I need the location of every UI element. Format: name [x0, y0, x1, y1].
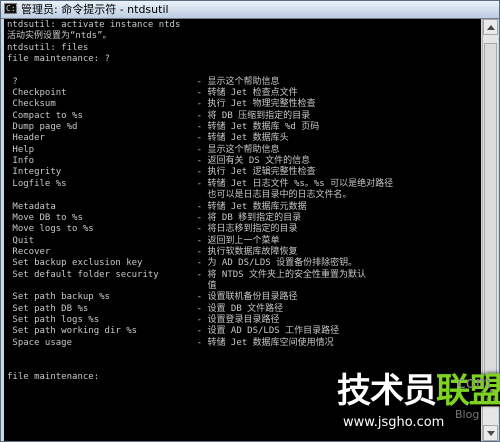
console-line: file maintenance:	[7, 371, 100, 382]
console-line: Dump page %d - 转储 Jet 数据库 %d 页码	[7, 122, 320, 133]
console-line: Help - 显示这个帮助信息	[7, 144, 280, 155]
console-line: file maintenance: ?	[7, 54, 110, 65]
console-line: Move DB to %s - 将 DB 移到指定的目录	[7, 212, 302, 223]
arrow-down-icon	[487, 431, 495, 436]
console-line: Set backup exclusion key - 为 AD DS/LDS 设…	[7, 258, 358, 269]
console-line: Set path DB %s - 设置 DB 文件路径	[7, 303, 284, 314]
console-line: 值	[7, 280, 217, 291]
cmd-icon: C:\	[4, 3, 21, 14]
console-line: Move logs to %s - 将日志移到指定的目录	[7, 224, 298, 235]
command-prompt-window: C:\ 管理员: 命令提示符 - ntdsutil ntdsutil: acti…	[0, 0, 500, 442]
console-line: Recover - 执行软数据库故障恢复	[7, 246, 298, 257]
console-line: Header - 转储 Jet 数据库头	[7, 133, 289, 144]
console-line: Checkpoint - 转储 Jet 检查点文件	[7, 88, 298, 99]
site-watermark: 技术员联盟 com Blog www.jsgho.com	[337, 371, 500, 437]
console-line: Logfile %s - 转储 Jet 日志文件 %s。%s 可以是绝对路径	[7, 178, 394, 189]
watermark-blog: Blog	[455, 408, 480, 421]
console-line: Set path working dir %s - 设置 AD DS/LDS 工…	[7, 326, 340, 337]
scroll-up-button[interactable]	[483, 19, 498, 35]
console-line: Quit - 返回到上一个菜单	[7, 235, 280, 246]
console-line: Metadata - 转储 Jet 数据库元数据	[7, 201, 307, 212]
arrow-up-icon	[487, 25, 495, 30]
watermark-logo-white: 技术员	[337, 371, 437, 411]
console-line: ? - 显示这个帮助信息	[7, 76, 280, 87]
console-line: Compact to %s - 将 DB 压缩到指定的目录	[7, 110, 311, 121]
console-line: Info - 返回有关 DS 文件的信息	[7, 156, 311, 167]
console-text: ntdsutil: activate instance ntds 活动实例设置为“…	[7, 20, 393, 383]
console-line: Set path backup %s - 设置联机备份目录路径	[7, 292, 298, 303]
console-line: Space usage - 转储 Jet 数据库空间使用情况	[7, 337, 334, 348]
console-line: Checksum - 执行 Jet 物理完整性检查	[7, 99, 316, 110]
console-line: 也可以是日志目录中的日志文件名。	[7, 190, 352, 201]
watermark-com: com	[457, 373, 492, 392]
title-bar[interactable]: C:\ 管理员: 命令提示符 - ntdsutil	[1, 1, 499, 19]
console-line: 活动实例设置为“ntds”。	[7, 31, 112, 42]
console-line: Integrity - 执行 Jet 逻辑完整性检查	[7, 167, 316, 178]
scroll-thumb[interactable]	[484, 43, 497, 403]
console-line: ntdsutil: activate instance ntds	[7, 20, 181, 30]
console-line: Set default folder security - 将 NTDS 文件夹…	[7, 269, 366, 280]
console-line: Set path logs %s - 设置登录目录路径	[7, 314, 280, 325]
window-title: 管理员: 命令提示符 - ntdsutil	[21, 3, 169, 16]
console-line: ntdsutil: files	[7, 42, 89, 53]
watermark-url: www.jsgho.com	[343, 415, 445, 430]
